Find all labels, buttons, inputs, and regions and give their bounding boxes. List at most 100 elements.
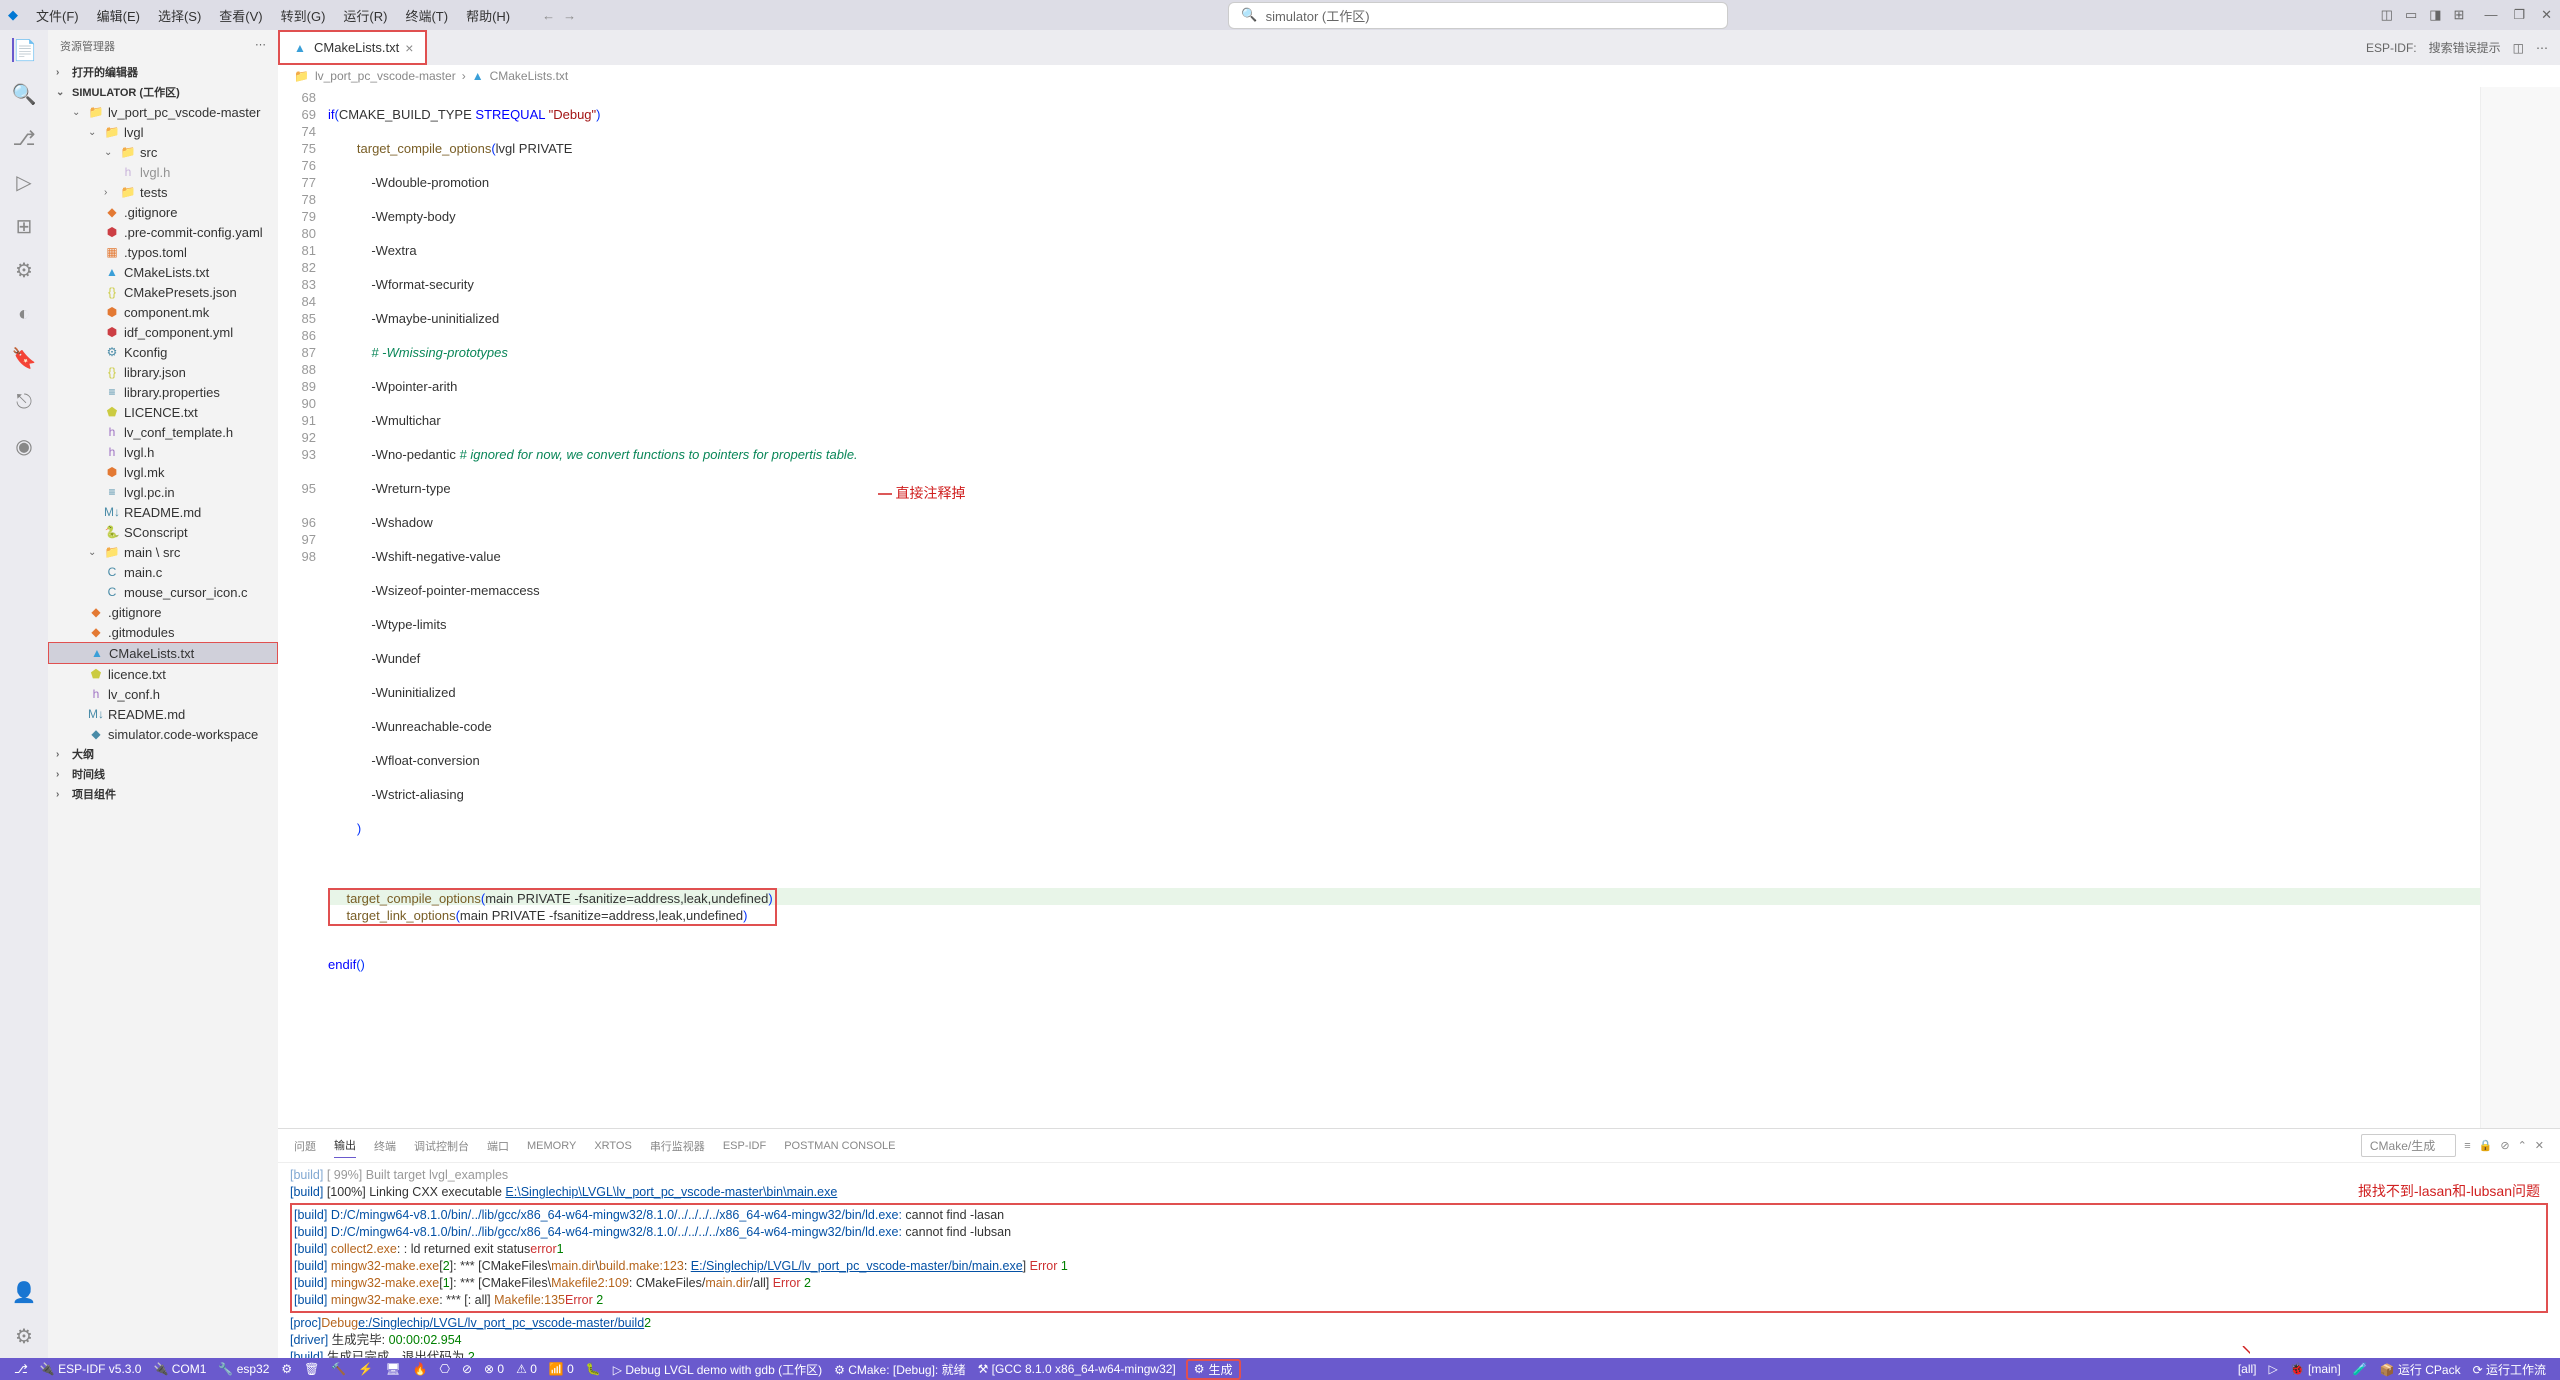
maximize-icon[interactable]: ❐ (2513, 7, 2525, 23)
tree-item-lv-port-pc-vscode-master[interactable]: ⌄📁lv_port_pc_vscode-master (48, 102, 278, 122)
tree-item-mouse-cursor-icon-c[interactable]: Cmouse_cursor_icon.c (48, 582, 278, 602)
status-item-11[interactable]: ⊘ (456, 1361, 478, 1378)
panel-tab-debug[interactable]: 调试控制台 (414, 1134, 469, 1158)
status-item-3[interactable]: 🔧 esp32 (212, 1361, 275, 1378)
close-icon[interactable]: ✕ (2541, 7, 2552, 23)
output-channel-select[interactable]: CMake/生成 (2361, 1134, 2456, 1157)
clear-output-icon[interactable]: ⊘ (2500, 1139, 2509, 1152)
menu-go[interactable]: 转到(G) (273, 2, 334, 29)
status-item-5[interactable]: 🗑 (298, 1361, 325, 1378)
menu-view[interactable]: 查看(V) (211, 2, 270, 29)
tree-item--gitignore[interactable]: ◆.gitignore (48, 602, 278, 622)
tree-item-cmakepresets-json[interactable]: {}CMakePresets.json (48, 282, 278, 302)
status-item-12[interactable]: ⊗ 0 (478, 1361, 510, 1378)
tree-item-readme-md[interactable]: M↓README.md (48, 502, 278, 522)
tree-item-library-json[interactable]: {}library.json (48, 362, 278, 382)
outline-header[interactable]: ›大纲 (48, 744, 278, 764)
debug-icon[interactable]: ▷ (12, 170, 36, 194)
status-item-4[interactable]: ⚙ (275, 1361, 298, 1378)
tree-item-lv-conf-template-h[interactable]: hlv_conf_template.h (48, 422, 278, 442)
status-item-14[interactable]: 📶 0 (543, 1361, 580, 1378)
editor-body[interactable]: 6869747576777879808182838485868788899091… (278, 87, 2560, 1128)
tree-item-lv-conf-h[interactable]: hlv_conf.h (48, 684, 278, 704)
layout-panel-icon[interactable]: ▭ (2405, 7, 2417, 23)
maximize-panel-icon[interactable]: ⌃ (2518, 1139, 2527, 1152)
panel-tab-xrtos[interactable]: XRTOS (594, 1136, 632, 1156)
code-content[interactable]: if(CMAKE_BUILD_TYPE STREQUAL "Debug") ta… (328, 87, 2480, 1128)
output-terminal[interactable]: 报找不到-lasan和-lubsan问题 [build] [ 99%] Buil… (278, 1163, 2560, 1358)
status-item-6[interactable]: 🔨 (325, 1361, 352, 1378)
status-item-8[interactable]: 🖥 (379, 1361, 406, 1378)
status-item-15[interactable]: 🐛 (580, 1361, 607, 1378)
layout-sidebar-right-icon[interactable]: ◨ (2429, 7, 2441, 23)
error-hint[interactable]: 搜索错误提示 (2429, 39, 2501, 56)
tree-item-lvgl-h[interactable]: hlvgl.h (48, 162, 278, 182)
minimize-icon[interactable]: — (2484, 7, 2497, 23)
tree-item-src[interactable]: ⌄📁src (48, 142, 278, 162)
tree-item-main-c[interactable]: Cmain.c (48, 562, 278, 582)
status-right-item-1[interactable]: ▷ (2263, 1361, 2284, 1378)
panel-tab-output[interactable]: 输出 (334, 1133, 356, 1158)
workspace-header[interactable]: ⌄SIMULATOR (工作区) (48, 82, 278, 102)
status-item-0[interactable]: ⎇ (8, 1361, 34, 1378)
open-editors-header[interactable]: ›打开的编辑器 (48, 62, 278, 82)
status-item-10[interactable]: ⎔ (434, 1361, 456, 1378)
tree-item-licence-txt[interactable]: ⬟LICENCE.txt (48, 402, 278, 422)
tree-item-lvgl-mk[interactable]: ⬢lvgl.mk (48, 462, 278, 482)
account-icon[interactable]: 👤 (12, 1280, 36, 1304)
breadcrumb[interactable]: 📁 lv_port_pc_vscode-master › ▲ CMakeList… (278, 65, 2560, 87)
status-item-13[interactable]: ⚠ 0 (510, 1361, 543, 1378)
explorer-icon[interactable]: 📄 (12, 38, 36, 62)
tree-item-component-mk[interactable]: ⬢component.mk (48, 302, 278, 322)
timeline-header[interactable]: ›时间线 (48, 764, 278, 784)
scm-icon[interactable]: ⎇ (12, 126, 36, 150)
tab-close-icon[interactable]: × (405, 40, 413, 56)
status-item-1[interactable]: 🔌 ESP-IDF v5.3.0 (34, 1361, 148, 1378)
postman-icon[interactable]: ◉ (12, 434, 36, 458)
panel-tab-espidf[interactable]: ESP-IDF (723, 1136, 766, 1156)
menu-run[interactable]: 运行(R) (335, 2, 395, 29)
menu-terminal[interactable]: 终端(T) (397, 2, 456, 29)
lock-icon[interactable]: 🔒 (2479, 1139, 2493, 1152)
tree-item--gitignore[interactable]: ◆.gitignore (48, 202, 278, 222)
command-center[interactable]: 🔍 simulator (工作区) (1228, 2, 1728, 29)
tree-item-kconfig[interactable]: ⚙Kconfig (48, 342, 278, 362)
close-panel-icon[interactable]: ✕ (2535, 1139, 2544, 1152)
panel-tab-ports[interactable]: 端口 (487, 1134, 509, 1158)
tree-item-idf-component-yml[interactable]: ⬢idf_component.yml (48, 322, 278, 342)
status-item-2[interactable]: 🔌 COM1 (147, 1361, 212, 1378)
status-item-18[interactable]: ⚒ [GCC 8.1.0 x86_64-w64-mingw32] (972, 1361, 1182, 1378)
tree-item-lvgl[interactable]: ⌄📁lvgl (48, 122, 278, 142)
minimap[interactable] (2480, 87, 2560, 1128)
search-activity-icon[interactable]: 🔍 (12, 82, 36, 106)
menu-file[interactable]: 文件(F) (28, 2, 87, 29)
menu-help[interactable]: 帮助(H) (458, 2, 518, 29)
tree-item-library-properties[interactable]: ≡library.properties (48, 382, 278, 402)
settings-gear-icon[interactable]: ⚙ (12, 1324, 36, 1348)
tree-item-licence-txt[interactable]: ⬟licence.txt (48, 664, 278, 684)
cmake-activity-icon[interactable]: ◐ (12, 302, 36, 326)
bookmark-icon[interactable]: 🔖 (12, 346, 36, 370)
status-right-item-3[interactable]: 🧪 (2347, 1361, 2374, 1378)
split-editor-icon[interactable]: ◫ (2513, 41, 2524, 55)
status-item-9[interactable]: 🔥 (407, 1361, 434, 1378)
status-item-7[interactable]: ⚡ (352, 1361, 379, 1378)
tab-cmakelists[interactable]: ▲ CMakeLists.txt × (278, 30, 427, 65)
tree-item--typos-toml[interactable]: ▦.typos.toml (48, 242, 278, 262)
status-right-item-4[interactable]: 📦 运行 CPack (2374, 1361, 2467, 1378)
layout-customize-icon[interactable]: ⊞ (2454, 7, 2465, 23)
status-right-item-2[interactable]: 🐞 [main] (2284, 1361, 2347, 1378)
panel-tab-memory[interactable]: MEMORY (527, 1136, 576, 1156)
tree-item-readme-md[interactable]: M↓README.md (48, 704, 278, 724)
tree-item--gitmodules[interactable]: ◆.gitmodules (48, 622, 278, 642)
nav-forward-icon[interactable]: → (563, 8, 576, 23)
status-right-item-0[interactable]: [all] (2232, 1361, 2263, 1378)
tree-item-cmakelists-txt[interactable]: ▲CMakeLists.txt (48, 262, 278, 282)
status-item-16[interactable]: ▷ Debug LVGL demo with gdb (工作区) (607, 1361, 828, 1378)
tree-item-simulator-code-workspace[interactable]: ◆simulator.code-workspace (48, 724, 278, 744)
tree-item-cmakelists-txt[interactable]: ▲CMakeLists.txt (48, 642, 278, 664)
sidebar-more-icon[interactable]: ⋯ (255, 38, 266, 54)
tree-item-lvgl-pc-in[interactable]: ≡lvgl.pc.in (48, 482, 278, 502)
tree-item-sconscript[interactable]: 🐍SConscript (48, 522, 278, 542)
lock-scroll-icon[interactable]: ≡ (2464, 1140, 2470, 1152)
